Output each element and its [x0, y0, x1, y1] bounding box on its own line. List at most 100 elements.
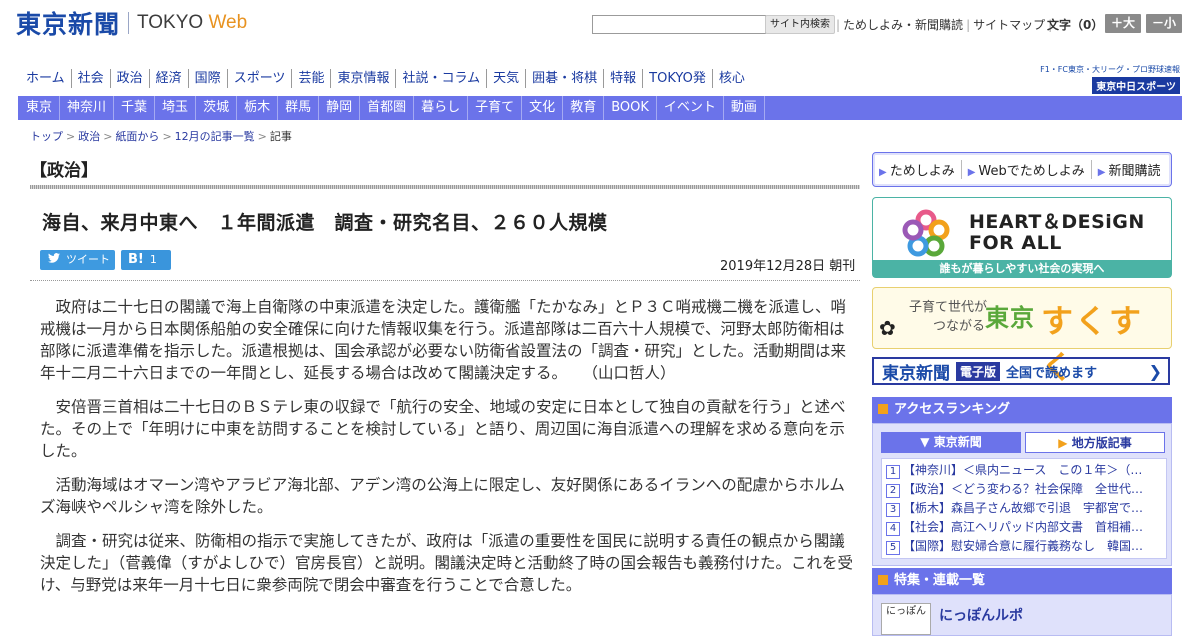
ranking-item[interactable]: 2 【政治】＜どう変わる？社会保障 全世代… [882, 480, 1166, 499]
logo-divider [128, 12, 130, 34]
nav-go-shogi[interactable]: 囲碁・将棋 [525, 69, 603, 88]
rank-number: 4 [886, 522, 900, 536]
nav-culture[interactable]: 文化 [522, 96, 564, 120]
rank-number: 2 [886, 484, 900, 498]
font-smaller-button[interactable]: －小 [1146, 14, 1182, 33]
nav-event[interactable]: イベント [657, 96, 724, 120]
article-paragraph: 調査・研究は従来、防衛相の指示で実施してきたが、政府は「派遣の重要性を国民に説明… [40, 532, 853, 594]
tweet-button[interactable]: ツイート [40, 250, 115, 270]
nav-living[interactable]: 暮らし [414, 96, 469, 120]
square-bullet-icon [878, 575, 888, 585]
ranking-item[interactable]: 1 【神奈川】＜県内ニュース この１年＞（… [882, 461, 1166, 480]
subscription-links-box: ▶ ためしよみ ▶ Webでためしよみ ▶ 新聞購読 [872, 152, 1172, 187]
chevron-right-icon: ❯ [1148, 361, 1162, 381]
caret-down-icon: ▼ [920, 435, 934, 449]
web-trial-link[interactable]: ▶ Webでためしよみ [962, 160, 1092, 179]
feature-thumbnail[interactable]: にっぽん [881, 603, 931, 635]
square-bullet-icon [878, 404, 888, 414]
nav-parenting[interactable]: 子育て [468, 96, 523, 120]
trial-read-link[interactable]: ▶ ためしよみ [873, 160, 962, 179]
rank-title: 【政治】＜どう変わる？社会保障 全世代… [903, 482, 1144, 496]
trial-read-label: ためしよみ [889, 164, 955, 179]
subscribe-link[interactable]: ▶ 新聞購読 [1092, 160, 1167, 179]
region-shutoken[interactable]: 首都圏 [360, 96, 415, 120]
breadcrumb-december-list[interactable]: 12月の記事一覧 [175, 130, 255, 143]
nav-tokuho[interactable]: 特報 [603, 69, 642, 88]
chunichi-sports-banner[interactable]: F1・FC東京・大リーグ・プロ野球速報 東京中日スポーツ [1020, 64, 1180, 94]
chunichi-logo: 東京中日スポーツ [1092, 77, 1180, 94]
nav-home[interactable]: ホーム [18, 69, 71, 88]
rank-title: 【栃木】森昌子さん故郷で引退 宇都宮で… [903, 501, 1144, 515]
digital-edition-banner[interactable]: 東京新聞 電子版 全国で読めます ❯ [872, 357, 1170, 385]
nav-economy[interactable]: 経済 [148, 69, 188, 88]
breadcrumb-top[interactable]: トップ [30, 130, 63, 143]
nav-entertainment[interactable]: 芸能 [291, 69, 330, 88]
breadcrumb: トップ > 政治 > 紙面から >12月の記事一覧 > 記事 [30, 130, 292, 143]
article-category: 【政治】 [30, 161, 98, 181]
nav-international[interactable]: 国際 [187, 69, 227, 88]
nav-book[interactable]: BOOK [604, 96, 657, 120]
hatena-bookmark-button[interactable]: B! 1 [121, 250, 171, 270]
article-paragraph: 活動海域はオマーン湾やアラビア海北部、アデン湾の公海上に限定し、友好関係にあるイ… [40, 476, 845, 516]
region-shizuoka[interactable]: 静岡 [319, 96, 361, 120]
ranking-item[interactable]: 5 【国際】慰安婦合意に履行義務なし 韓国… [882, 537, 1166, 556]
digital-edition-text: 全国で読めます [1006, 365, 1098, 381]
search-button[interactable]: サイト内検索 [765, 15, 835, 34]
nav-weather[interactable]: 天気 [486, 69, 525, 88]
region-ibaraki[interactable]: 茨城 [196, 96, 238, 120]
article-divider [30, 280, 860, 281]
region-tokyo[interactable]: 東京 [18, 96, 61, 120]
ranking-item[interactable]: 4 【社会】高江ヘリパッド内部文書 首相補… [882, 518, 1166, 537]
sukusuku-banner[interactable]: ✿ 子育て世代が つながる 東京 すくすく [872, 287, 1172, 386]
sitemap-link[interactable]: サイトマップ [973, 18, 1045, 32]
tweet-label: ツイート [66, 253, 110, 266]
region-chiba[interactable]: 千葉 [114, 96, 156, 120]
region-gunma[interactable]: 群馬 [278, 96, 320, 120]
feature-item-title[interactable]: にっぽんルポ [939, 605, 1023, 625]
nav-kakushin[interactable]: 核心 [711, 69, 751, 88]
rank-number: 5 [886, 541, 900, 555]
global-nav: ホーム 社会 政治 経済 国際 スポーツ 芸能 東京情報 社説・コラム 天気 囲… [18, 69, 751, 88]
sukusuku-tokyo: 東京 [985, 304, 1035, 332]
ranking-tab-tokyo[interactable]: ▼ 東京新聞 [881, 432, 1021, 453]
site-logo[interactable]: 東京新聞 TOKYO Web [16, 8, 248, 39]
article-paragraph: 安倍晋三首相は二十七日のＢＳテレ東の収録で「航行の安全、地域の安定に日本として独… [40, 398, 846, 460]
heart-design-title: HEART＆DESiGN [969, 211, 1145, 233]
region-tochigi[interactable]: 栃木 [237, 96, 279, 120]
rank-title: 【神奈川】＜県内ニュース この１年＞（… [903, 463, 1143, 477]
nav-education[interactable]: 教育 [563, 96, 605, 120]
trial-subscribe-link[interactable]: ためしよみ・新聞購読 [843, 18, 963, 32]
article-headline: 海自、来月中東へ １年間派遣 調査・研究名目、２６０人規模 [42, 212, 608, 234]
logo-japanese: 東京新聞 [16, 10, 121, 39]
rank-title: 【国際】慰安婦合意に履行義務なし 韓国… [903, 539, 1144, 553]
search-input[interactable] [592, 15, 766, 34]
breadcrumb-politics[interactable]: 政治 [78, 130, 100, 143]
regional-nav: 東京 神奈川 千葉 埼玉 茨城 栃木 群馬 静岡 首都圏 暮らし 子育て 文化 … [18, 96, 1182, 120]
rank-title: 【社会】高江ヘリパッド内部文書 首相補… [903, 520, 1144, 534]
nav-society[interactable]: 社会 [70, 69, 110, 88]
caret-right-icon: ▶ [1058, 436, 1072, 450]
arrow-right-icon: ▶ [1097, 167, 1106, 178]
nav-sports[interactable]: スポーツ [226, 69, 292, 88]
region-saitama[interactable]: 埼玉 [155, 96, 197, 120]
font-bigger-button[interactable]: ＋大 [1105, 14, 1141, 33]
font-size-label: 文字（0） [1047, 18, 1104, 32]
nav-politics[interactable]: 政治 [109, 69, 149, 88]
nav-editorial[interactable]: 社説・コラム [395, 69, 486, 88]
region-kanagawa[interactable]: 神奈川 [60, 96, 115, 120]
ranking-tab-regional[interactable]: ▶ 地方版記事 [1025, 432, 1165, 453]
logo-web-text: Web [208, 12, 248, 33]
sukusuku-tagline-1: 子育て世代が [909, 300, 988, 315]
nav-tokyo-hatsu[interactable]: TOKYO発 [642, 69, 712, 88]
ranking-header: アクセスランキング [872, 397, 1172, 423]
nav-video[interactable]: 動画 [724, 96, 765, 120]
web-trial-label: Webでためしよみ [978, 164, 1085, 179]
category-divider [30, 185, 860, 189]
nav-tokyo-info[interactable]: 東京情報 [330, 69, 395, 88]
heart-design-banner[interactable]: HEART＆DESiGN FOR ALL 誰もが暮らしやすい社会の実現へ [872, 197, 1172, 278]
ranking-item[interactable]: 3 【栃木】森昌子さん故郷で引退 宇都宮で… [882, 499, 1166, 518]
rank-number: 3 [886, 503, 900, 517]
breadcrumb-paper[interactable]: 紙面から [115, 130, 159, 143]
hatena-icon: B! [128, 252, 144, 267]
ranking-tab-regional-label: 地方版記事 [1071, 436, 1132, 450]
